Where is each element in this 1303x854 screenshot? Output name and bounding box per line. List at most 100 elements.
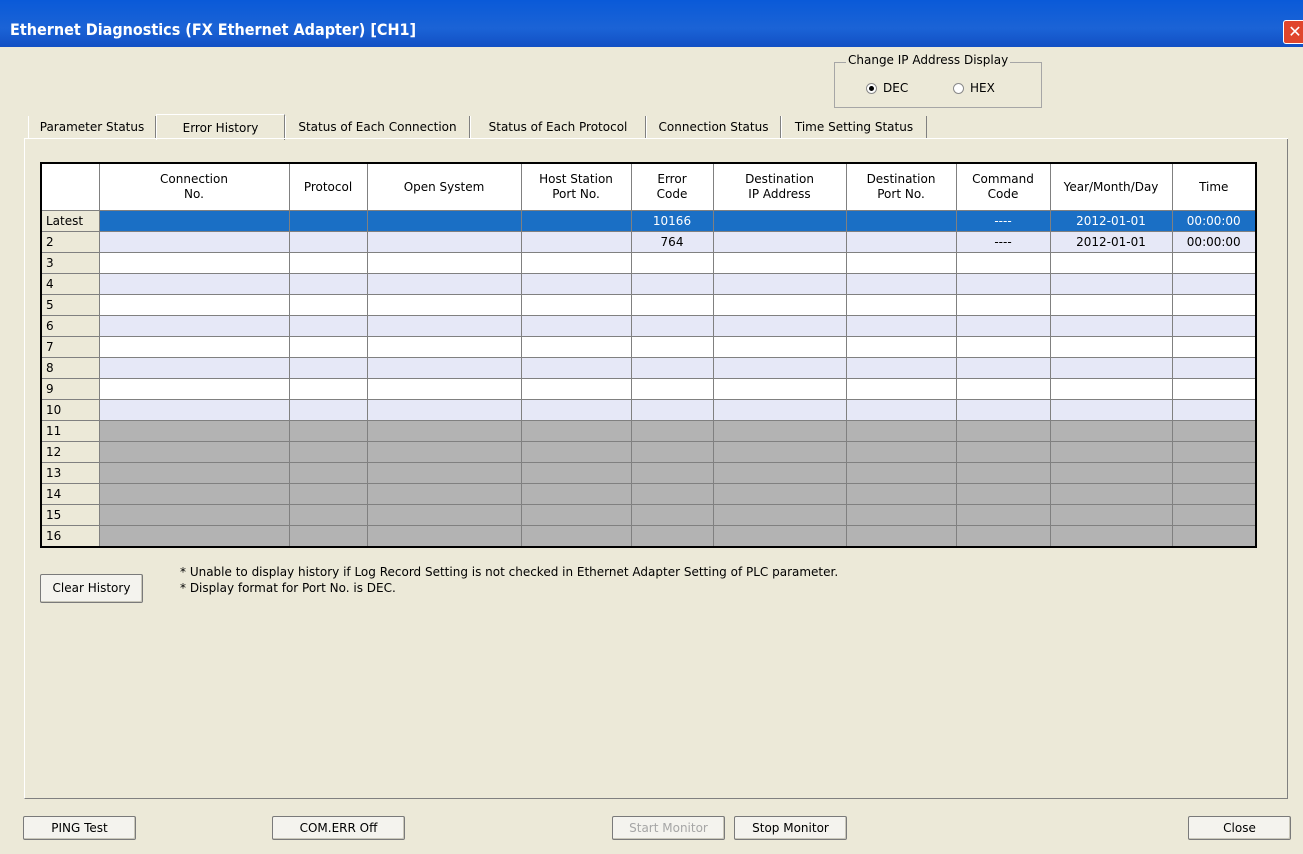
table-cell[interactable] [1049, 483, 1173, 505]
table-cell[interactable] [1171, 294, 1257, 316]
table-cell[interactable] [955, 504, 1051, 526]
table-row[interactable]: 14 [40, 483, 1257, 505]
table-cell[interactable] [366, 525, 522, 547]
table-cell[interactable] [1049, 462, 1173, 484]
table-cell[interactable] [98, 525, 290, 547]
table-cell[interactable] [712, 357, 847, 379]
radio-dec[interactable]: DEC [866, 81, 908, 95]
table-cell[interactable] [1171, 525, 1257, 547]
table-cell[interactable] [630, 462, 714, 484]
table-cell[interactable] [98, 252, 290, 274]
table-cell[interactable] [1171, 357, 1257, 379]
table-cell[interactable] [712, 420, 847, 442]
table-cell[interactable] [955, 441, 1051, 463]
table-cell[interactable] [520, 315, 632, 337]
table-cell[interactable] [288, 315, 368, 337]
table-cell[interactable] [366, 483, 522, 505]
table-cell[interactable]: 2012-01-01 [1049, 231, 1173, 253]
table-cell[interactable] [366, 210, 522, 232]
table-cell[interactable] [1171, 336, 1257, 358]
table-cell[interactable] [98, 483, 290, 505]
table-cell[interactable] [98, 357, 290, 379]
table-cell[interactable] [1171, 378, 1257, 400]
table-cell[interactable] [630, 252, 714, 274]
title-bar[interactable]: Ethernet Diagnostics (FX Ethernet Adapte… [0, 0, 1303, 47]
table-row[interactable]: 12 [40, 441, 1257, 463]
radio-hex-dot[interactable] [953, 82, 964, 94]
table-cell[interactable] [366, 294, 522, 316]
table-cell[interactable] [712, 483, 847, 505]
table-row[interactable]: 2 764 ---- 2012-01-01 00:00:00 [40, 231, 1257, 253]
table-cell[interactable] [845, 399, 957, 421]
table-cell[interactable] [845, 252, 957, 274]
table-cell[interactable] [1049, 399, 1173, 421]
table-cell[interactable] [1049, 525, 1173, 547]
table-cell[interactable] [288, 420, 368, 442]
table-cell[interactable] [845, 294, 957, 316]
tab-status-each-protocol[interactable]: Status of Each Protocol [470, 116, 646, 138]
table-row[interactable]: 15 [40, 504, 1257, 526]
table-cell[interactable] [845, 336, 957, 358]
table-cell[interactable] [520, 273, 632, 295]
table-cell[interactable] [1049, 357, 1173, 379]
table-header-cell[interactable]: Time [1171, 162, 1257, 211]
table-cell[interactable] [630, 336, 714, 358]
table-cell[interactable] [288, 210, 368, 232]
table-cell[interactable] [712, 378, 847, 400]
table-cell[interactable] [955, 399, 1051, 421]
table-cell[interactable] [520, 357, 632, 379]
tab-status-each-connection[interactable]: Status of Each Connection [285, 116, 470, 138]
table-cell[interactable] [98, 504, 290, 526]
table-cell[interactable] [366, 315, 522, 337]
table-cell[interactable] [1049, 378, 1173, 400]
table-cell[interactable] [1171, 420, 1257, 442]
table-cell[interactable] [630, 399, 714, 421]
table-cell[interactable] [845, 441, 957, 463]
close-window-icon[interactable]: ✕ [1283, 20, 1303, 44]
table-cell[interactable] [288, 441, 368, 463]
table-cell[interactable] [366, 273, 522, 295]
table-cell[interactable] [845, 210, 957, 232]
table-cell[interactable] [520, 231, 632, 253]
table-cell[interactable] [712, 462, 847, 484]
tab-time-setting-status[interactable]: Time Setting Status [781, 116, 927, 138]
table-row[interactable]: 4 [40, 273, 1257, 295]
table-cell[interactable] [288, 231, 368, 253]
table-cell[interactable] [288, 378, 368, 400]
table-cell[interactable] [845, 420, 957, 442]
table-cell[interactable] [712, 231, 847, 253]
start-monitor-button[interactable]: Start Monitor [612, 816, 725, 840]
table-cell[interactable] [1049, 420, 1173, 442]
table-cell[interactable] [955, 420, 1051, 442]
table-cell[interactable] [1049, 273, 1173, 295]
table-cell[interactable] [98, 441, 290, 463]
clear-history-button[interactable]: Clear History [40, 574, 143, 603]
table-cell[interactable]: 00:00:00 [1171, 231, 1257, 253]
table-cell[interactable] [955, 252, 1051, 274]
table-cell[interactable] [520, 441, 632, 463]
table-cell[interactable] [955, 273, 1051, 295]
table-cell[interactable] [288, 336, 368, 358]
tab-connection-status[interactable]: Connection Status [646, 116, 781, 138]
table-row[interactable]: 5 [40, 294, 1257, 316]
table-cell[interactable] [366, 378, 522, 400]
table-cell[interactable] [366, 231, 522, 253]
table-cell[interactable] [288, 525, 368, 547]
table-cell[interactable] [1171, 441, 1257, 463]
tab-parameter-status[interactable]: Parameter Status [28, 116, 156, 138]
table-cell[interactable] [712, 525, 847, 547]
table-cell[interactable] [98, 231, 290, 253]
table-cell[interactable] [98, 420, 290, 442]
table-cell[interactable] [1049, 336, 1173, 358]
table-row[interactable]: 13 [40, 462, 1257, 484]
table-cell[interactable] [712, 399, 847, 421]
table-cell[interactable] [845, 273, 957, 295]
table-cell[interactable] [955, 315, 1051, 337]
table-cell[interactable] [1049, 441, 1173, 463]
table-row[interactable]: 9 [40, 378, 1257, 400]
table-cell[interactable] [845, 525, 957, 547]
table-cell[interactable] [712, 252, 847, 274]
table-cell[interactable] [955, 525, 1051, 547]
table-cell[interactable] [630, 525, 714, 547]
table-cell[interactable] [630, 378, 714, 400]
